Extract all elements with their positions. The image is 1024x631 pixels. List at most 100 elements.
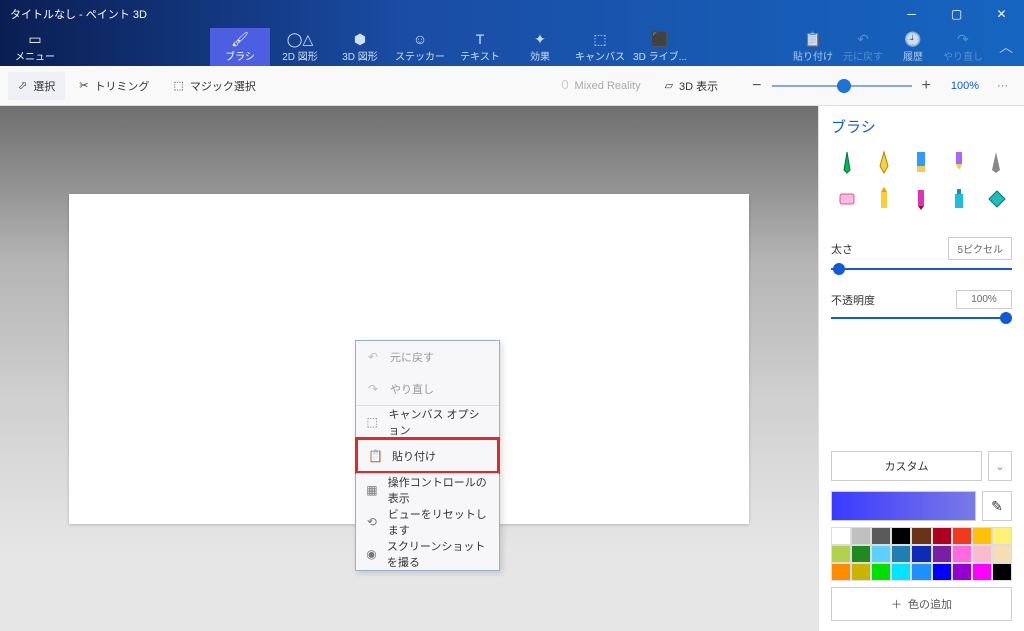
color-swatch[interactable] [932, 527, 952, 545]
more-icon[interactable]: ⋯ [997, 79, 1008, 92]
vr-icon: ⬯ [562, 79, 569, 92]
color-swatch[interactable] [831, 545, 851, 563]
color-swatch[interactable] [911, 545, 931, 563]
window-title: タイトルなし - ペイント 3D [10, 6, 147, 22]
zoom-out-icon[interactable]: − [752, 77, 761, 95]
ctx-label: キャンバス オプション [388, 406, 489, 438]
color-swatch[interactable] [932, 563, 952, 581]
3d-view-button[interactable]: ▱3D 表示 [655, 72, 729, 100]
brush-fill[interactable] [981, 183, 1012, 213]
color-swatch[interactable] [972, 527, 992, 545]
material-label: カスタム [885, 458, 929, 474]
ribbon: ▭ メニュー 🖌ブラシ ◯△2D 図形 ⬢3D 図形 ☺ステッカー Tテキスト … [0, 28, 1024, 66]
history-button[interactable]: 🕘履歴 [888, 28, 938, 66]
canvas-icon: ⬚ [593, 31, 606, 47]
color-swatch[interactable] [871, 563, 891, 581]
brush-pencil[interactable] [981, 147, 1012, 177]
color-swatch[interactable] [851, 563, 871, 581]
redo-icon: ↷ [957, 31, 969, 47]
add-color-label: 色の追加 [908, 596, 952, 612]
brush-pen[interactable] [831, 147, 862, 177]
close-button[interactable]: ✕ [979, 0, 1024, 28]
options-toolbar: ⬀選択 ✂トリミング ⬚マジック選択 ⬯ Mixed Reality ▱3D 表示… [0, 66, 1024, 106]
effects-icon: ✦ [534, 31, 546, 47]
color-swatch[interactable] [831, 563, 851, 581]
brush-oil[interactable] [906, 147, 937, 177]
current-color[interactable] [831, 491, 976, 521]
opacity-slider[interactable] [831, 317, 1012, 319]
shapes-3d-icon: ⬢ [354, 31, 366, 47]
color-swatch[interactable] [891, 545, 911, 563]
collapse-ribbon[interactable]: ︿ [988, 28, 1024, 66]
material-select[interactable]: カスタム [831, 451, 982, 481]
context-canvas-options[interactable]: ⬚ キャンバス オプション [356, 406, 499, 438]
context-reset-view[interactable]: ⟲ビューをリセットします [356, 506, 499, 538]
color-swatch[interactable] [932, 545, 952, 563]
color-swatch[interactable] [831, 527, 851, 545]
brush-eraser[interactable] [831, 183, 862, 213]
minimize-button[interactable]: ─ [889, 0, 934, 28]
tab-2d-shapes[interactable]: ◯△2D 図形 [270, 28, 330, 66]
brush-crayon[interactable] [868, 183, 899, 213]
brush-spray[interactable] [943, 183, 974, 213]
tab-canvas[interactable]: ⬚キャンバス [570, 28, 630, 66]
thickness-slider[interactable] [831, 268, 1012, 270]
tab-3d-library[interactable]: ⬛3D ライブ... [630, 28, 690, 66]
zoom-slider[interactable] [772, 85, 912, 87]
brush-watercolor[interactable] [943, 147, 974, 177]
tool-label: Mixed Reality [575, 80, 641, 92]
tab-effects[interactable]: ✦効果 [510, 28, 570, 66]
color-swatch[interactable] [992, 527, 1012, 545]
paste-button[interactable]: 📋貼り付け [788, 28, 838, 66]
tab-brush[interactable]: 🖌ブラシ [210, 28, 270, 66]
undo-icon: ↶ [857, 31, 869, 47]
canvas-viewport[interactable]: ↶元に戻す ↷やり直し ⬚キャンバス オプション 📋貼り付け ▦操作コントロール… [0, 106, 818, 631]
tool-label: マジック選択 [190, 78, 256, 94]
color-swatch[interactable] [871, 545, 891, 563]
color-swatch[interactable] [911, 563, 931, 581]
brush-calligraphy[interactable] [868, 147, 899, 177]
tab-stickers[interactable]: ☺ステッカー [390, 28, 450, 66]
color-swatch[interactable] [972, 545, 992, 563]
eyedropper-button[interactable]: ✎ [982, 491, 1012, 521]
maximize-button[interactable]: ▢ [934, 0, 979, 28]
color-swatch[interactable] [972, 563, 992, 581]
zoom-in-icon[interactable]: + [922, 77, 931, 95]
brush-marker[interactable] [906, 183, 937, 213]
zoom-value[interactable]: 100% [951, 80, 979, 92]
undo-button[interactable]: ↶元に戻す [838, 28, 888, 66]
menu-label: メニュー [15, 48, 55, 63]
context-menu: ↶元に戻す ↷やり直し ⬚キャンバス オプション 📋貼り付け ▦操作コントロール… [355, 340, 500, 571]
thickness-value[interactable]: 5ピクセル [948, 237, 1012, 260]
chevron-down-icon: ⌄ [995, 460, 1004, 473]
color-swatch[interactable] [952, 545, 972, 563]
canvas-icon: ⬚ [366, 415, 378, 429]
color-swatch[interactable] [992, 563, 1012, 581]
magic-select-tool[interactable]: ⬚マジック選択 [163, 72, 265, 100]
tab-text[interactable]: Tテキスト [450, 28, 510, 66]
select-tool[interactable]: ⬀選択 [8, 72, 65, 100]
color-swatch[interactable] [952, 563, 972, 581]
color-swatch[interactable] [992, 545, 1012, 563]
context-paste[interactable]: 📋貼り付け [358, 440, 497, 471]
color-swatch[interactable] [851, 545, 871, 563]
add-color-button[interactable]: ＋色の追加 [831, 587, 1012, 621]
crop-tool[interactable]: ✂トリミング [69, 72, 159, 100]
color-swatch[interactable] [952, 527, 972, 545]
material-chevron[interactable]: ⌄ [988, 451, 1012, 481]
color-swatch[interactable] [911, 527, 931, 545]
color-swatch[interactable] [871, 527, 891, 545]
reset-icon: ⟲ [366, 515, 378, 529]
btn-label: 貼り付け [793, 48, 833, 63]
opacity-value[interactable]: 100% [956, 290, 1012, 309]
redo-button[interactable]: ↷やり直し [938, 28, 988, 66]
context-screenshot[interactable]: ◉スクリーンショットを撮る [356, 538, 499, 570]
color-swatch[interactable] [851, 527, 871, 545]
zoom-control[interactable]: − + 100% ⋯ [752, 77, 1016, 95]
menu-button[interactable]: ▭ メニュー [0, 28, 70, 66]
tab-label: ブラシ [225, 48, 255, 63]
color-swatch[interactable] [891, 563, 911, 581]
context-show-controls[interactable]: ▦操作コントロールの表示 [356, 474, 499, 506]
color-swatch[interactable] [891, 527, 911, 545]
tab-3d-shapes[interactable]: ⬢3D 図形 [330, 28, 390, 66]
